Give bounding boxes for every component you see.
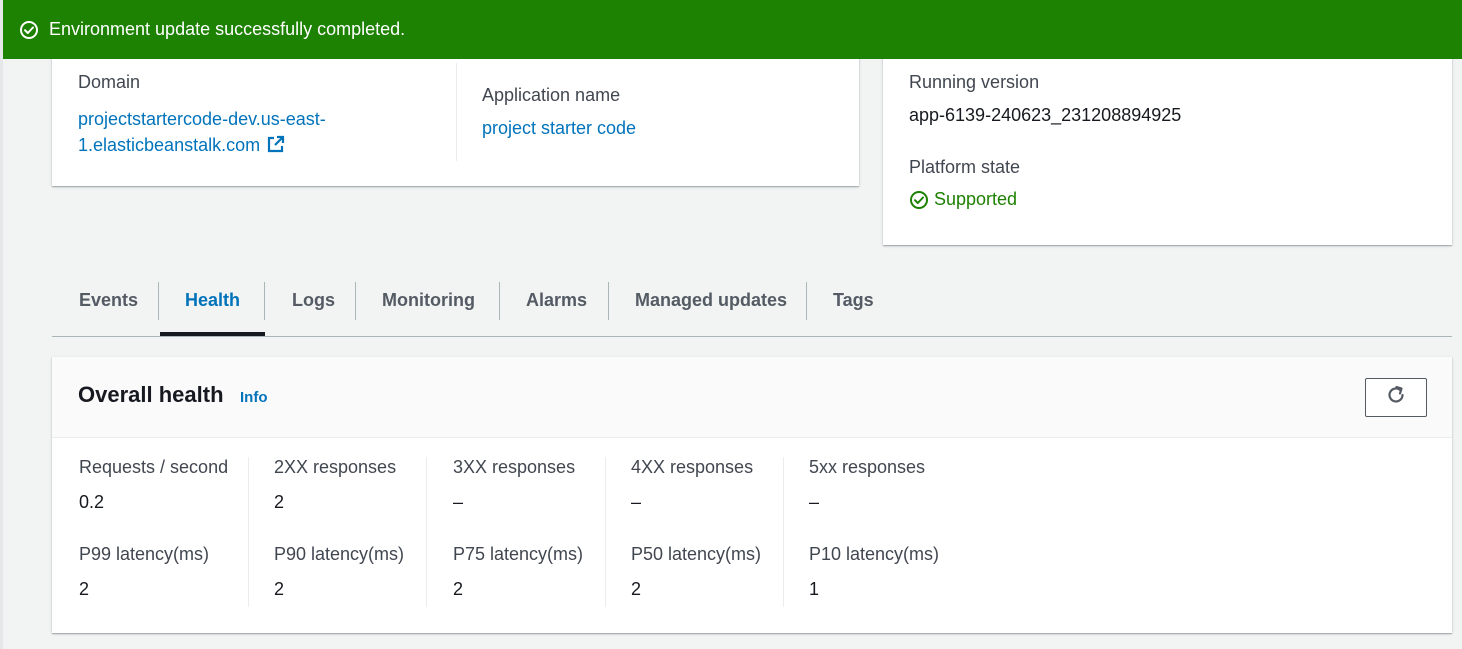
latency-value: 1 <box>809 579 820 599</box>
flash-message: Environment update successfully complete… <box>49 19 406 39</box>
tab-events[interactable]: Events <box>79 264 138 336</box>
active-tab-indicator <box>160 332 265 336</box>
latency-label: P10 latency(ms) <box>809 544 940 564</box>
latency-value: 2 <box>631 579 642 599</box>
metric-label: 3XX responses <box>453 457 576 477</box>
tab-tags[interactable]: Tags <box>833 264 874 336</box>
metric-5xx-responses: 5xx responses – P10 latency(ms) 1 <box>809 457 939 631</box>
overall-health-header: Overall health Info <box>52 357 1452 438</box>
metric-requests-per-second: Requests / second 0.2 P99 latency(ms) 2 <box>79 457 228 631</box>
metric-value: 2 <box>274 492 285 512</box>
application-name-label: Application name <box>482 85 621 105</box>
latency-value: 2 <box>274 579 285 599</box>
metric-value: – <box>809 492 820 512</box>
environment-details-card: Domain projectstartercode-dev.us-east- 1… <box>52 55 859 186</box>
latency-label: P90 latency(ms) <box>274 544 405 564</box>
metric-divider <box>605 457 606 607</box>
tab-health[interactable]: Health <box>185 264 240 336</box>
metric-value: – <box>453 492 464 512</box>
domain-link[interactable]: projectstartercode-dev.us-east- 1.elasti… <box>78 106 438 161</box>
application-name-section: Application name project starter code <box>482 85 636 139</box>
metric-divider <box>783 457 784 607</box>
application-name-link[interactable]: project starter code <box>482 118 636 138</box>
page: Environment update successfully complete… <box>0 0 1462 649</box>
tab-divider <box>158 282 159 320</box>
tab-divider <box>264 282 265 320</box>
metric-divider <box>426 457 427 607</box>
tab-alarms[interactable]: Alarms <box>526 264 587 336</box>
latency-label: P50 latency(ms) <box>631 544 762 564</box>
latency-value: 2 <box>453 579 464 599</box>
metric-label: 4XX responses <box>631 457 754 477</box>
latency-label: P99 latency(ms) <box>79 544 210 564</box>
tab-divider <box>806 282 807 320</box>
running-version-card: Running version app-6139-240623_23120889… <box>883 55 1452 245</box>
metric-divider <box>248 457 249 607</box>
latency-label: P75 latency(ms) <box>453 544 584 564</box>
platform-state-value: Supported <box>934 189 1018 209</box>
column-divider <box>456 63 457 161</box>
tab-managed-updates[interactable]: Managed updates <box>635 264 787 336</box>
metric-label: Requests / second <box>79 457 229 477</box>
metric-label: 5xx responses <box>809 457 926 477</box>
info-link[interactable]: Info <box>240 389 268 406</box>
tab-monitoring[interactable]: Monitoring <box>382 264 475 336</box>
metric-2xx-responses: 2XX responses 2 P90 latency(ms) 2 <box>274 457 404 631</box>
refresh-icon <box>1385 384 1407 411</box>
success-flash-banner: Environment update successfully complete… <box>3 0 1462 59</box>
check-circle-icon <box>909 190 929 210</box>
overall-health-title: Overall health <box>78 382 224 407</box>
tab-logs[interactable]: Logs <box>292 264 335 336</box>
domain-link-line2: 1.elasticbeanstalk.com <box>78 135 261 155</box>
platform-state-status: Supported <box>909 189 1181 210</box>
metric-label: 2XX responses <box>274 457 397 477</box>
environment-tabs: Events Health Logs Monitoring Alarms Man… <box>52 264 1452 337</box>
latency-value: 2 <box>79 579 90 599</box>
domain-label: Domain <box>78 72 141 92</box>
tab-divider <box>499 282 500 320</box>
running-version-value: app-6139-240623_231208894925 <box>909 105 1182 125</box>
metric-value: – <box>631 492 642 512</box>
running-version-section: Running version app-6139-240623_23120889… <box>909 72 1181 210</box>
metric-4xx-responses: 4XX responses – P50 latency(ms) 2 <box>631 457 761 631</box>
domain-link-line1: projectstartercode-dev.us-east- <box>78 109 326 129</box>
tab-divider <box>355 282 356 320</box>
check-circle-icon <box>19 20 39 40</box>
metric-value: 0.2 <box>79 492 105 512</box>
tab-divider <box>608 282 609 320</box>
running-version-label: Running version <box>909 72 1040 92</box>
domain-section: Domain projectstartercode-dev.us-east- 1… <box>78 72 438 161</box>
metric-3xx-responses: 3XX responses – P75 latency(ms) 2 <box>453 457 583 631</box>
external-link-icon <box>266 135 285 161</box>
left-edge-strip <box>0 0 3 649</box>
refresh-button[interactable] <box>1365 378 1427 417</box>
overall-health-card: Overall health Info Requests / second 0.… <box>52 357 1452 633</box>
platform-state-label: Platform state <box>909 157 1021 177</box>
